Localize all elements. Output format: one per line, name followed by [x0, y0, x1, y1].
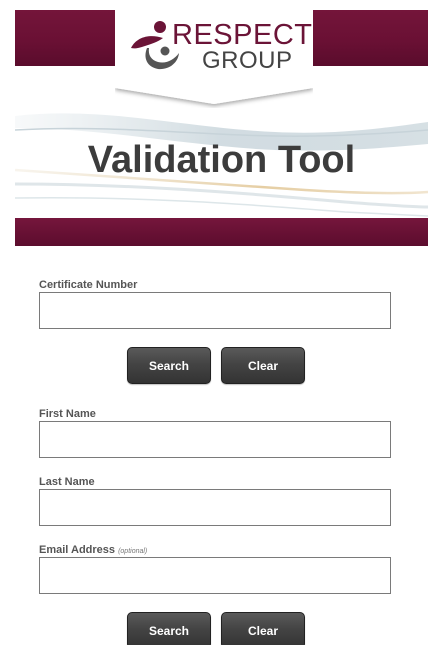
page-header: RESPECT GROUP Validation Tool [15, 10, 428, 246]
email-address-label-text: Email Address [39, 544, 116, 556]
header-bottom-band [15, 218, 428, 246]
certificate-number-input[interactable] [39, 292, 391, 329]
logo-word-respect: RESPECT [172, 19, 313, 51]
first-name-label: First Name [39, 408, 96, 420]
last-name-input[interactable] [39, 489, 391, 526]
name-search-button[interactable]: Search [127, 612, 211, 645]
email-address-input[interactable] [39, 557, 391, 594]
first-name-input[interactable] [39, 421, 391, 458]
name-clear-button[interactable]: Clear [221, 612, 305, 645]
email-address-label: Email Address (optional) [39, 544, 147, 558]
email-optional-note: (optional) [118, 548, 148, 555]
certificate-search-button[interactable]: Search [127, 347, 211, 384]
page-title: Validation Tool [87, 139, 356, 181]
respect-group-logo[interactable]: RESPECT GROUP [115, 10, 313, 108]
certificate-clear-button[interactable]: Clear [221, 347, 305, 384]
last-name-label: Last Name [39, 476, 95, 488]
validation-page: RESPECT GROUP Validation Tool Certificat… [0, 0, 428, 645]
logo-word-group: GROUP [202, 47, 293, 74]
certificate-number-label: Certificate Number [39, 279, 138, 291]
